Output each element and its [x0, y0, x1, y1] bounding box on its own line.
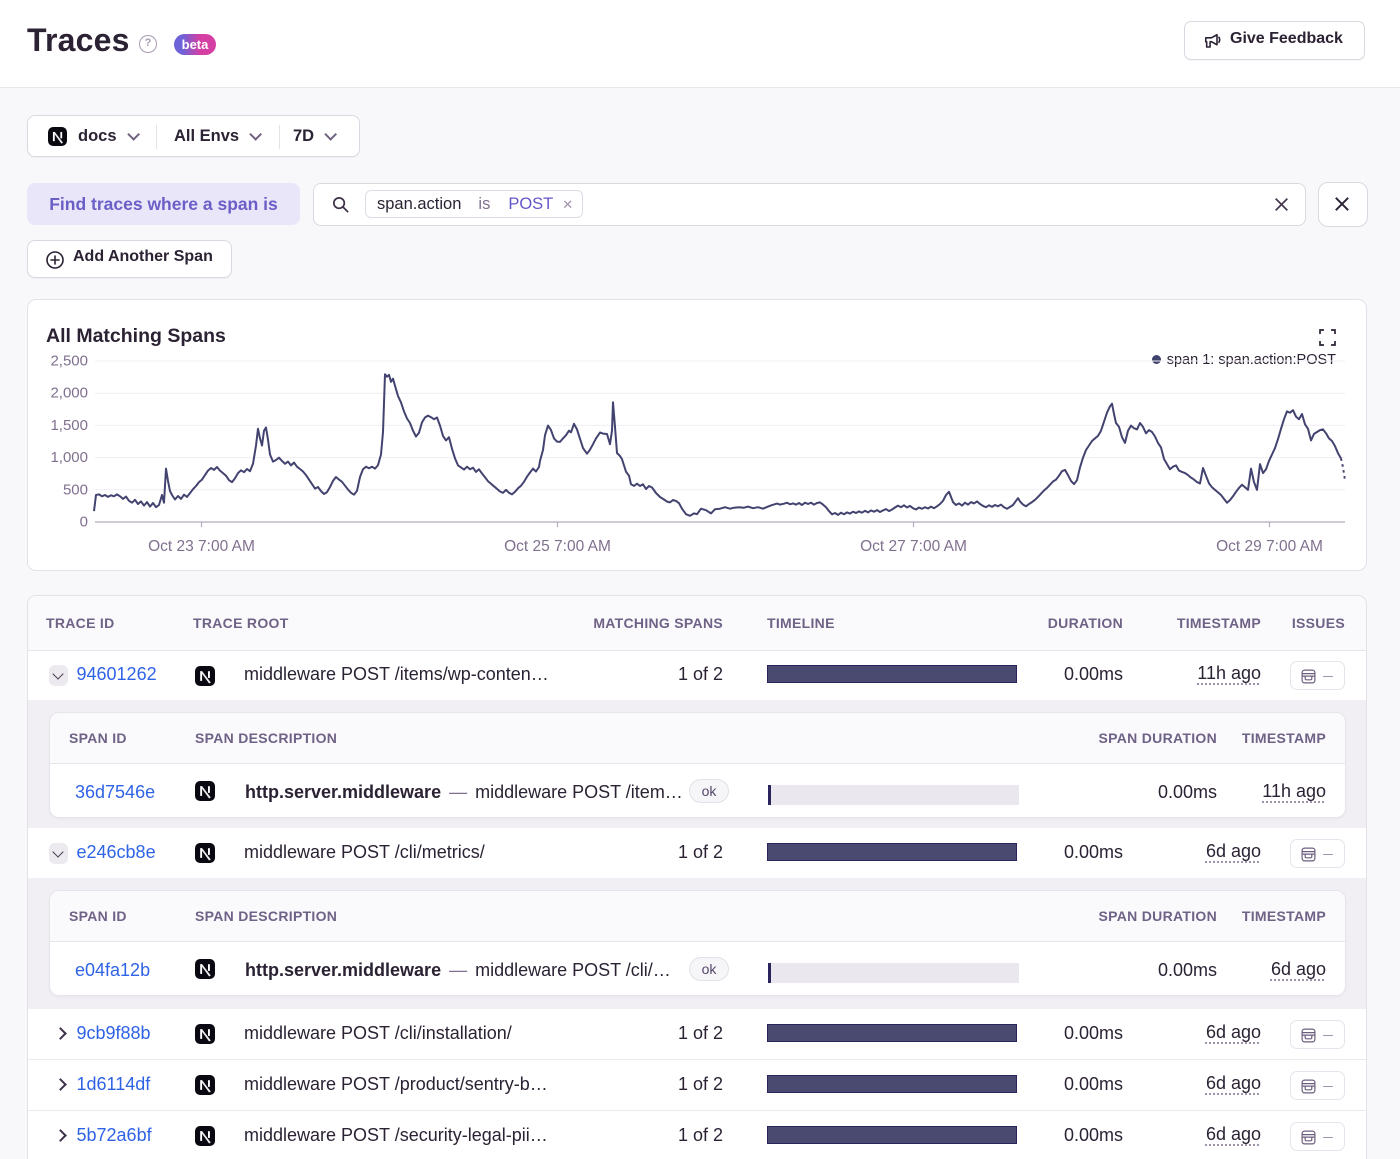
svg-text:500: 500 [63, 481, 88, 498]
svg-text:0: 0 [80, 514, 88, 531]
svg-text:1,500: 1,500 [50, 417, 88, 434]
svg-text:Oct 27 7:00 AM: Oct 27 7:00 AM [860, 538, 967, 555]
svg-text:Oct 25 7:00 AM: Oct 25 7:00 AM [504, 538, 611, 555]
svg-text:2,000: 2,000 [50, 385, 88, 402]
svg-text:Oct 23 7:00 AM: Oct 23 7:00 AM [148, 538, 255, 555]
svg-text:Oct 29 7:00 AM: Oct 29 7:00 AM [1216, 538, 1323, 555]
svg-text:2,500: 2,500 [50, 353, 88, 370]
svg-text:1,000: 1,000 [50, 449, 88, 466]
